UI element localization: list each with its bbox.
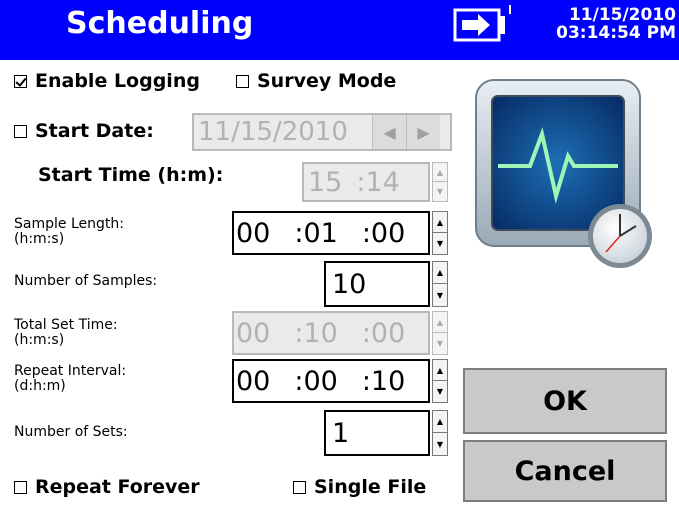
repeat-interval-field[interactable]: 00 :00 :10 <box>232 359 430 403</box>
total-set-time-field: 00 :10 :00 <box>232 311 430 355</box>
page-title: Scheduling <box>66 6 254 41</box>
total-set-time-seconds: :00 <box>361 317 406 349</box>
num-sets-spinner[interactable]: ▲ ▼ <box>432 410 448 456</box>
checkbox-checked-icon <box>14 74 27 88</box>
sample-length-minutes: :01 <box>294 217 338 249</box>
num-sets-label: Number of Sets: <box>14 424 128 440</box>
spin-up-icon[interactable]: ▲ <box>433 411 447 433</box>
start-time-minute: :14 <box>356 166 400 198</box>
repeat-interval-days: 00 <box>236 365 271 397</box>
spin-down-icon: ▼ <box>436 339 444 348</box>
spin-up-icon[interactable]: ▲ <box>433 262 447 284</box>
single-file-checkbox[interactable]: Single File <box>293 476 426 498</box>
datetime-display: 11/15/2010 03:14:54 PM <box>540 6 676 42</box>
start-date-checkbox[interactable]: Start Date: <box>14 120 154 142</box>
time-text: 03:14:54 PM <box>556 23 676 43</box>
total-set-time-label-line1: Total Set Time: <box>14 317 118 333</box>
total-set-time-spinner: ▲ ▼ <box>432 311 448 355</box>
num-sets-value: 1 <box>332 417 350 449</box>
checkbox-unchecked-icon <box>14 124 27 138</box>
spin-down-icon[interactable]: ▼ <box>433 381 447 402</box>
num-samples-spinner[interactable]: ▲ ▼ <box>432 261 448 307</box>
checkbox-unchecked-icon <box>14 480 27 494</box>
sample-length-spinner[interactable]: ▲ ▼ <box>432 211 448 255</box>
total-set-time-minutes: :10 <box>294 317 338 349</box>
checkbox-unchecked-icon <box>236 74 249 88</box>
repeat-interval-hours: :00 <box>294 365 338 397</box>
spin-down-icon[interactable]: ▼ <box>433 182 447 201</box>
sample-length-seconds: :00 <box>361 217 406 249</box>
repeat-forever-checkbox[interactable]: Repeat Forever <box>14 476 200 498</box>
repeat-interval-label-line2: (d:h:m) <box>14 378 66 394</box>
spin-down-icon[interactable]: ▼ <box>433 433 447 455</box>
enable-logging-label: Enable Logging <box>35 70 200 92</box>
start-date-picker[interactable]: 11/15/2010 ◀ ▶ <box>192 113 452 151</box>
start-time-spinner[interactable]: ▲ ▼ <box>432 162 448 202</box>
monitor-clock-icon <box>470 76 660 272</box>
spin-up-icon[interactable]: ▲ <box>433 212 447 233</box>
sample-length-label-line1: Sample Length: <box>14 216 124 232</box>
repeat-forever-label: Repeat Forever <box>35 476 200 498</box>
num-samples-field[interactable]: 10 <box>324 261 430 307</box>
num-samples-value: 10 <box>332 268 367 300</box>
repeat-interval-spinner[interactable]: ▲ ▼ <box>432 359 448 403</box>
battery-plug-icon <box>452 4 514 44</box>
sample-length-label-line2: (h:m:s) <box>14 231 65 247</box>
date-text: 11/15/2010 <box>568 5 676 25</box>
repeat-interval-minutes: :10 <box>361 365 406 397</box>
start-date-label: Start Date: <box>35 120 154 142</box>
num-sets-field[interactable]: 1 <box>324 410 430 456</box>
total-set-time-label-line2: (h:m:s) <box>14 332 65 348</box>
num-samples-label: Number of Samples: <box>14 273 158 289</box>
spin-up-icon: ▲ <box>433 312 447 333</box>
sample-length-field[interactable]: 00 :01 :00 <box>232 211 430 255</box>
date-prev-button[interactable]: ◀ <box>372 115 406 149</box>
cancel-button[interactable]: Cancel <box>463 440 667 502</box>
spin-up-icon[interactable]: ▲ <box>433 163 447 182</box>
repeat-interval-label: Repeat Interval: (d:h:m) <box>14 364 126 394</box>
date-next-button[interactable]: ▶ <box>406 115 440 149</box>
survey-mode-checkbox[interactable]: Survey Mode <box>236 70 396 92</box>
chevron-right-icon: ▶ <box>417 122 430 142</box>
survey-mode-label: Survey Mode <box>257 70 397 92</box>
chevron-left-icon: ◀ <box>383 122 396 142</box>
spin-down-icon[interactable]: ▼ <box>433 233 447 254</box>
ok-button[interactable]: OK <box>463 368 667 434</box>
start-time-field[interactable]: 15 :14 <box>302 162 430 202</box>
single-file-label: Single File <box>314 476 427 498</box>
sample-length-hours: 00 <box>236 217 271 249</box>
start-date-value: 11/15/2010 <box>198 117 348 147</box>
sample-length-label: Sample Length: (h:m:s) <box>14 217 124 247</box>
checkbox-unchecked-icon <box>293 480 306 494</box>
total-set-time-label: Total Set Time: (h:m:s) <box>14 318 118 348</box>
repeat-interval-label-line1: Repeat Interval: <box>14 363 127 379</box>
enable-logging-checkbox[interactable]: Enable Logging <box>14 70 200 92</box>
total-set-time-hours: 00 <box>236 317 271 349</box>
start-time-label: Start Time (h:m): <box>38 164 224 186</box>
spin-down-icon[interactable]: ▼ <box>433 284 447 306</box>
start-time-hour: 15 <box>308 166 343 198</box>
spin-up-icon[interactable]: ▲ <box>433 360 447 381</box>
